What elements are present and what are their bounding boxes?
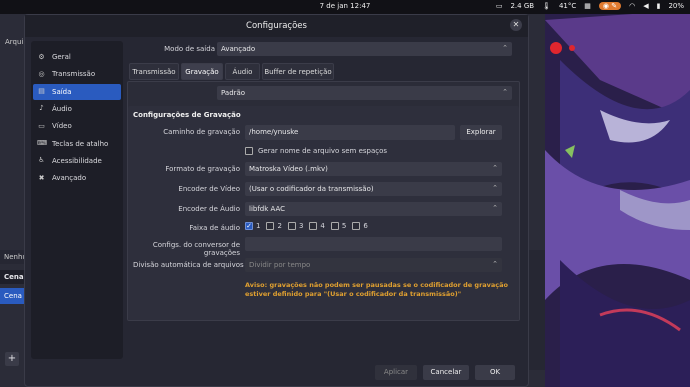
sidebar-item-audio[interactable]: ♪ Áudio [33,101,121,117]
gear-icon: ⚙ [38,52,45,61]
antenna-icon: ◎ [38,69,45,78]
sidebar-item-label: Vídeo [52,122,72,131]
track-label: 6 [363,222,368,230]
cancel-button[interactable]: Cancelar [423,365,469,380]
sidebar-item-geral[interactable]: ⚙ Geral [33,49,121,65]
monitor-icon: ▭ [38,121,45,130]
track-label: 4 [320,222,325,230]
type-select[interactable]: Padrão [217,85,512,100]
close-icon[interactable]: ✕ [510,19,522,31]
split-option[interactable]: Divisão automática de arquivos [133,261,256,269]
sidebar-item-label: Avançado [52,174,87,183]
settings-sidebar: ⚙ Geral ◎ Transmissão ▤ Saída ♪ Áudio ▭ Vídeo ⌨ Tec… [31,41,123,359]
indicator-pill[interactable]: ◉ ✎ [598,2,622,10]
output-icon: ▤ [38,87,45,96]
ok-button[interactable]: OK [475,365,515,380]
sidebar-item-avancado[interactable]: ✖ Avançado [33,170,121,186]
video-encoder-select[interactable]: (Usar o codificador da transmissão) [245,181,502,196]
apply-button[interactable]: Aplicar [375,365,417,380]
sidebar-item-video[interactable]: ▭ Vídeo [33,118,121,134]
track-option[interactable]: 2 [266,222,282,230]
sidebar-item-saida[interactable]: ▤ Saída [33,83,121,100]
add-scene-button[interactable]: + [5,352,19,366]
temperature-value: 41°C [558,2,577,10]
track-checkbox[interactable] [309,222,318,230]
track-option[interactable]: 5 [330,222,347,230]
tab-0[interactable]: Transmissão [129,63,179,80]
track-label: 1 [256,222,261,230]
sidebar-item-teclas-de-atalho[interactable]: ⌨ Teclas de atalho [33,136,121,152]
track-checkbox[interactable] [330,222,339,230]
format-select[interactable]: Matroska Vídeo (.mkv) [245,161,502,176]
split-select[interactable]: Dividir por tempo [245,257,502,272]
scene-title: Cena [0,270,24,284]
accessibility-icon: ♿ [38,156,45,165]
track-checkbox[interactable] [352,222,361,230]
track-option[interactable]: 6 [352,222,368,230]
top-bar: 7 de jan 12:47 ▭ 2.4 GB 🌡 41°C ▦ ◉ ✎ ◠ ◀… [0,0,690,14]
keyboard-icon: ⌨ [37,139,48,147]
muxer-label: Configs. do conversor de gravações [152,241,240,257]
browse-button[interactable]: Explorar [460,125,502,140]
tools-icon: ✖ [38,173,45,182]
tracks-label: Faixa de áudio [189,224,240,232]
tab-1[interactable]: Gravação [181,63,223,80]
nospace-option[interactable]: Gerar nome de arquivo sem espaços [245,147,387,155]
format-label: Formato de gravação [165,165,240,173]
audio-encoder-label: Encoder de Áudio [178,205,240,213]
volume-icon: ◀ [643,2,649,10]
sidebar-item-acessibilidade[interactable]: ♿ Acessibilidade [33,153,121,169]
tab-3[interactable]: Buffer de repetição [262,63,334,80]
nospace-label: Gerar nome de arquivo sem espaços [258,147,388,155]
nospace-checkbox[interactable] [245,147,253,155]
track-option[interactable]: 4 [309,222,325,230]
track-option[interactable]: ✓ 1 [245,222,260,230]
sidebar-item-transmissao[interactable]: ◎ Transmissão [33,66,121,82]
battery-value: 20% [668,2,684,10]
sidebar-item-label: Teclas de atalho [52,139,109,148]
sidebar-item-label: Transmissão [52,70,96,79]
system-tray[interactable]: ▭ 2.4 GB 🌡 41°C ▦ ◉ ✎ ◠ ◀ ▮ 20% [496,2,684,10]
track-checkbox[interactable] [266,222,275,230]
path-label: Caminho de gravação [163,128,240,136]
sidebar-item-label: Áudio [52,104,72,113]
speaker-icon: ♪ [39,104,44,113]
track-checkbox[interactable] [287,222,296,230]
muxer-input[interactable] [245,237,502,251]
audio-encoder-select[interactable]: libfdk AAC [245,201,502,216]
battery-icon: ▮ [656,2,661,10]
cpu-icon: ▦ [584,2,591,10]
storage-value: 2.4 GB [510,2,535,10]
output-mode-select[interactable]: Avançado [217,41,512,56]
thermometer-icon: 🌡 [542,2,551,10]
split-label: Divisão automática de arquivos [133,261,244,269]
track-label: 5 [341,222,347,230]
tab-2[interactable]: Áudio [225,63,260,80]
sidebar-item-label: Saída [52,87,72,96]
path-input[interactable]: /home/ynuske [245,125,455,140]
dialog-titlebar[interactable]: Configurações [25,15,528,37]
storage-icon: ▭ [495,2,503,10]
video-encoder-label: Encoder de Vídeo [178,185,240,193]
track-option[interactable]: 3 [287,222,304,230]
track-label: 2 [277,222,282,230]
dialog-title: Configurações [246,21,307,31]
menu-file[interactable]: Arqui [5,38,23,46]
sidebar-item-label: Acessibilidade [52,156,102,165]
recording-group-title: Configurações de Gravação [133,111,241,119]
settings-dialog: Configurações ✕ ⚙ Geral ◎ Transmissão ▤ Saída… [24,14,529,387]
track-label: 3 [298,222,304,230]
audio-tracks: ✓ 1 2 3 4 5 6 [245,222,368,230]
sidebar-item-label: Geral [52,53,71,61]
wifi-icon: ◠ [629,2,636,10]
warning-text: Aviso: gravações não podem ser pausadas … [245,281,508,298]
track-checkbox[interactable]: ✓ [245,222,253,230]
scene-item[interactable]: Cena [0,288,24,304]
output-mode-label: Modo de saída [164,45,215,53]
scene-header: Nenhu [0,250,27,264]
